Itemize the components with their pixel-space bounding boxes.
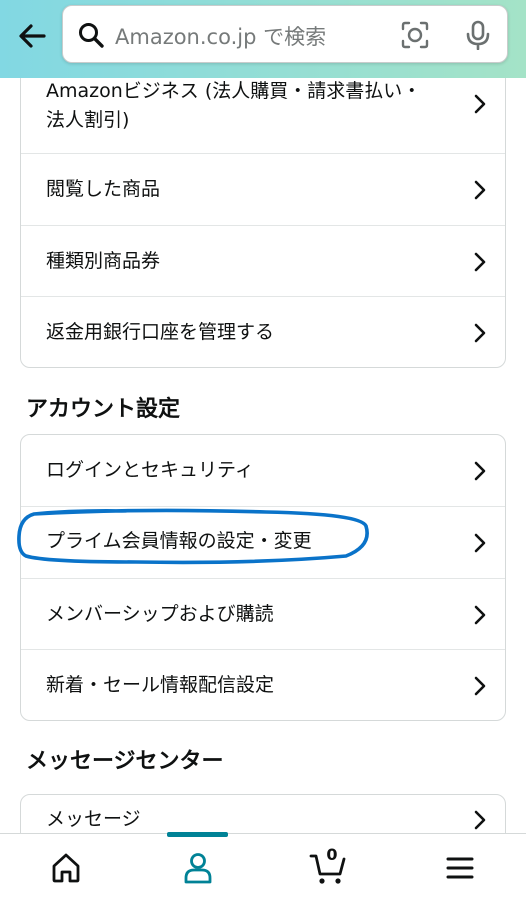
menu-row-messages[interactable]: メッセージ — [21, 795, 505, 833]
bottom-navigation: 0 — [0, 832, 526, 900]
account-services-card: Amazonビジネス (法人購買・請求書払い・法人割引) 閲覧した商品 種類別商… — [20, 78, 506, 368]
search-icon — [79, 23, 104, 48]
menu-row-viewed-items[interactable]: 閲覧した商品 — [21, 154, 505, 226]
menu-row-label: メンバーシップおよび購読 — [46, 603, 274, 625]
hamburger-menu-icon[interactable] — [440, 848, 480, 888]
microphone-icon[interactable] — [463, 20, 493, 50]
menu-row-label: 閲覧した商品 — [46, 178, 161, 200]
cart-button[interactable]: 0 — [309, 845, 349, 888]
menu-row-label: ログインとセキュリティ — [46, 459, 254, 481]
chevron-right-icon — [474, 461, 486, 481]
account-menu-content[interactable]: Amazonビジネス (法人購買・請求書払い・法人割引) 閲覧した商品 種類別商… — [0, 78, 526, 833]
chevron-right-icon — [474, 533, 486, 553]
cart-count-badge: 0 — [326, 845, 338, 864]
account-icon[interactable] — [178, 848, 218, 888]
chevron-right-icon — [474, 810, 486, 830]
message-center-card: メッセージ — [20, 794, 506, 833]
active-tab-indicator — [167, 832, 228, 837]
search-input[interactable]: Amazon.co.jp で検索 — [115, 21, 326, 51]
top-header: Amazon.co.jp で検索 — [0, 0, 526, 78]
search-bar[interactable]: Amazon.co.jp で検索 — [62, 5, 508, 63]
chevron-right-icon — [474, 180, 486, 200]
menu-row-newsletter-settings[interactable]: 新着・セール情報配信設定 — [21, 650, 505, 720]
section-title-account-settings: アカウント設定 — [26, 397, 181, 422]
menu-row-label: Amazonビジネス (法人購買・請求書払い・法人割引) — [46, 80, 422, 131]
camera-scan-icon[interactable] — [401, 21, 429, 49]
menu-row-login-security[interactable]: ログインとセキュリティ — [21, 435, 505, 507]
back-arrow-icon[interactable] — [14, 18, 50, 54]
chevron-right-icon — [474, 323, 486, 343]
menu-row-gift-cards[interactable]: 種類別商品券 — [21, 226, 505, 297]
home-icon[interactable] — [46, 848, 86, 888]
menu-row-refund-bank-account[interactable]: 返金用銀行口座を管理する — [21, 297, 505, 367]
menu-row-label: 返金用銀行口座を管理する — [46, 321, 275, 343]
section-title-message-center: メッセージセンター — [26, 749, 224, 774]
account-settings-card: ログインとセキュリティ プライム会員情報の設定・変更 メンバーシップおよび購読 … — [20, 434, 506, 721]
menu-row-label: プライム会員情報の設定・変更 — [46, 530, 312, 552]
menu-row-label: 種類別商品券 — [46, 250, 161, 272]
chevron-right-icon — [474, 252, 486, 272]
menu-row-amazon-business[interactable]: Amazonビジネス (法人購買・請求書払い・法人割引) — [21, 78, 505, 154]
menu-row-label: 新着・セール情報配信設定 — [46, 674, 275, 696]
menu-row-label: メッセージ — [46, 808, 141, 830]
chevron-right-icon — [474, 605, 486, 625]
chevron-right-icon — [474, 676, 486, 696]
menu-row-prime-settings[interactable]: プライム会員情報の設定・変更 — [21, 507, 505, 579]
chevron-right-icon — [474, 94, 486, 114]
menu-row-memberships-subscriptions[interactable]: メンバーシップおよび購読 — [21, 579, 505, 650]
